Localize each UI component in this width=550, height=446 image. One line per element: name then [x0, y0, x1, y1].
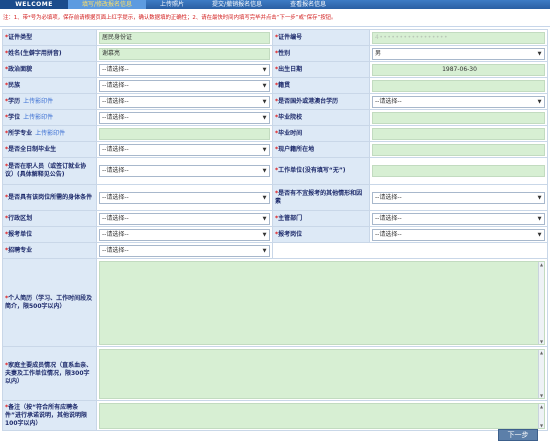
id-type-field[interactable]: 居民身份证	[99, 31, 270, 44]
bad-record-select[interactable]: --请选择-- ▼	[372, 191, 545, 204]
post-select[interactable]: --请选择-- ▼	[372, 228, 545, 241]
ethnicity-select[interactable]: --请选择-- ▼	[99, 79, 270, 92]
chevron-down-icon: ▼	[262, 114, 267, 121]
unit-label: *报考单位	[2, 226, 97, 243]
major-field[interactable]	[99, 127, 270, 140]
hukou-label: *现户籍所在地	[272, 141, 370, 158]
chevron-down-icon: ▼	[537, 50, 542, 57]
name-field[interactable]: 谢慕亮	[99, 47, 270, 60]
tab-fill-info[interactable]: 填写/修改报名信息	[68, 0, 147, 9]
overseas-label: *是否国外或港澳台学历	[272, 93, 370, 110]
degree-label: *学位 上传影印件	[2, 109, 97, 126]
birth-field[interactable]: 1987-06-30	[372, 63, 545, 76]
major-label: *所学专业 上传影印件	[2, 125, 97, 142]
recruit-major-label: *招聘专业	[2, 242, 97, 259]
bad-record-label: *是否有不宜报考的其他情形和因素	[272, 184, 370, 211]
education-upload-link[interactable]: 上传影印件	[23, 98, 53, 105]
native-label: *籍贯	[272, 77, 370, 94]
post-label: *报考岗位	[272, 226, 370, 243]
gender-select[interactable]: 男 ▼	[372, 47, 545, 60]
scroll-up-icon[interactable]: ▲	[539, 262, 544, 267]
scroll-up-icon[interactable]: ▲	[539, 404, 544, 409]
next-step-button[interactable]: 下一步	[498, 429, 538, 441]
scroll-down-icon[interactable]: ▼	[539, 393, 544, 398]
major-upload-link[interactable]: 上传影印件	[35, 130, 65, 137]
scrollbar[interactable]: ▲ ▼	[538, 403, 544, 428]
resume-textarea[interactable]: ▲ ▼	[99, 260, 545, 345]
chevron-down-icon: ▼	[537, 215, 542, 222]
family-label: *家庭主要成员情况（直系血亲、夫妻及工作单位情况，限300字以内）	[2, 346, 97, 401]
workplace-field[interactable]	[372, 165, 545, 177]
id-number-label: *证件编号	[272, 29, 370, 46]
native-field[interactable]	[372, 79, 545, 92]
resume-label: *个人简历（学习、工作时间段及简介，限500字以内）	[2, 258, 97, 347]
grad-time-label: *毕业时间	[272, 125, 370, 142]
overseas-select[interactable]: --请选择-- ▼	[372, 95, 545, 108]
top-navigation-bar: WELCOME 填写/修改报名信息 上传照片 提交/撤销报名信息 查看报名信息	[0, 0, 550, 9]
workplace-label: *工作单位(没有填写“无”)	[272, 157, 370, 185]
unit-select[interactable]: --请选择-- ▼	[99, 228, 270, 241]
recruit-major-select[interactable]: --请选择-- ▼	[99, 244, 270, 257]
dept-label: *主管部门	[272, 210, 370, 227]
school-field[interactable]	[372, 111, 545, 124]
id-type-label: *证件类型	[2, 29, 97, 46]
politics-label: *政治面貌	[2, 61, 97, 78]
employed-label: *是否在职人员（或签订就业协议）(具体解释见公告)	[2, 157, 97, 185]
id-number-field[interactable]: 4•••••••••••••••••	[372, 31, 545, 44]
physical-select[interactable]: --请选择-- ▼	[99, 191, 270, 204]
scrollbar[interactable]: ▲ ▼	[538, 349, 544, 398]
tab-submit-revoke[interactable]: 提交/撤销报名信息	[198, 0, 276, 9]
employed-select[interactable]: --请选择-- ▼	[99, 165, 270, 177]
dept-select[interactable]: --请选择-- ▼	[372, 212, 545, 225]
chevron-down-icon: ▼	[262, 98, 267, 105]
chevron-down-icon: ▼	[262, 194, 267, 201]
chevron-down-icon: ▼	[537, 194, 542, 201]
degree-select[interactable]: --请选择-- ▼	[99, 111, 270, 124]
chevron-down-icon: ▼	[262, 66, 267, 73]
degree-upload-link[interactable]: 上传影印件	[23, 114, 53, 121]
district-label: *行政区划	[2, 210, 97, 227]
grad-time-field[interactable]	[372, 127, 545, 140]
politics-select[interactable]: --请选择-- ▼	[99, 63, 270, 76]
ethnicity-label: *民族	[2, 77, 97, 94]
chevron-down-icon: ▼	[262, 146, 267, 153]
family-textarea[interactable]: ▲ ▼	[99, 348, 545, 399]
tab-view-info[interactable]: 查看报名信息	[276, 0, 340, 9]
school-label: *毕业院校	[272, 109, 370, 126]
remark-label: *备注（按“符合所有应聘条件”进行承诺说明，其他说明限100字以内）	[2, 400, 97, 431]
notice-text: 注：1、带*号为必填项，保存前请根据页面上红字提示，确认数据填的正确性；2、请在…	[0, 9, 550, 27]
name-label: *姓名(生僻字用拼音)	[2, 45, 97, 62]
chevron-down-icon: ▼	[262, 247, 267, 254]
district-select[interactable]: --请选择-- ▼	[99, 212, 270, 225]
hukou-field[interactable]	[372, 143, 545, 156]
welcome-label: WELCOME	[0, 0, 68, 9]
registration-form: *证件类型 居民身份证 *证件编号 4••••••••••••••••• *姓名…	[2, 29, 548, 431]
remark-textarea[interactable]: ▲ ▼	[99, 402, 545, 429]
fulltime-label: *是否全日制毕业生	[2, 141, 97, 158]
scroll-down-icon[interactable]: ▼	[539, 339, 544, 344]
education-select[interactable]: --请选择-- ▼	[99, 95, 270, 108]
scroll-up-icon[interactable]: ▲	[539, 350, 544, 355]
fulltime-select[interactable]: --请选择-- ▼	[99, 143, 270, 156]
scrollbar[interactable]: ▲ ▼	[538, 261, 544, 344]
chevron-down-icon: ▼	[262, 231, 267, 238]
scroll-down-icon[interactable]: ▼	[539, 423, 544, 428]
chevron-down-icon: ▼	[537, 98, 542, 105]
tab-upload-photo[interactable]: 上传照片	[146, 0, 198, 9]
birth-label: *出生日期	[272, 61, 370, 78]
chevron-down-icon: ▼	[537, 231, 542, 238]
chevron-down-icon: ▼	[262, 215, 267, 222]
gender-label: *性别	[272, 45, 370, 62]
chevron-down-icon: ▼	[262, 82, 267, 89]
physical-label: *是否具有该岗位所需的身体条件	[2, 184, 97, 211]
chevron-down-icon: ▼	[262, 168, 267, 174]
education-label: *学历 上传影印件	[2, 93, 97, 110]
